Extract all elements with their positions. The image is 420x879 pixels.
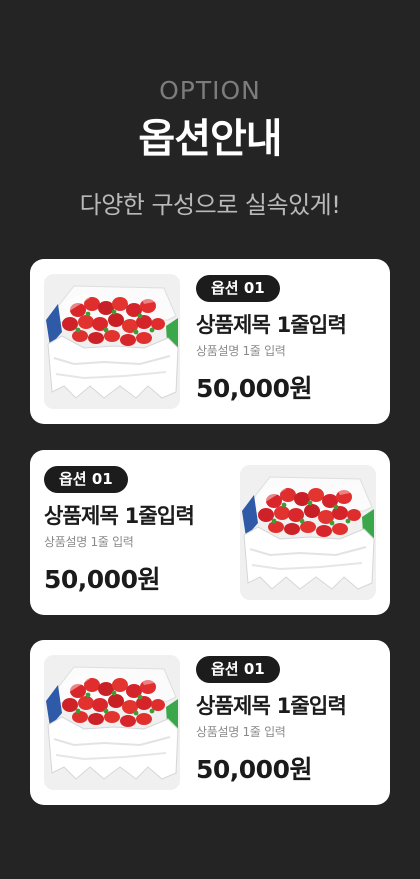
option-card-1[interactable]: 옵션 01 상품제목 1줄입력 상품설명 1줄 입력 50,000원 xyxy=(30,259,390,424)
option-badge: 옵션 01 xyxy=(196,656,280,683)
section-eyebrow: OPTION xyxy=(159,76,261,105)
product-image xyxy=(44,655,180,790)
product-price: 50,000원 xyxy=(196,374,312,403)
page-subtitle: 다양한 구성으로 실속있게! xyxy=(79,191,341,219)
product-image xyxy=(240,465,376,600)
option-badge: 옵션 01 xyxy=(196,275,280,302)
product-price: 50,000원 xyxy=(196,755,312,784)
product-image xyxy=(44,274,180,409)
option-info: 옵션 01 상품제목 1줄입력 상품설명 1줄 입력 50,000원 xyxy=(196,656,347,786)
product-description: 상품설명 1줄 입력 xyxy=(196,344,286,358)
product-price: 50,000원 xyxy=(44,565,160,594)
product-title: 상품제목 1줄입력 xyxy=(44,504,195,528)
product-description: 상품설명 1줄 입력 xyxy=(44,535,134,549)
product-title: 상품제목 1줄입력 xyxy=(196,694,347,718)
product-title: 상품제목 1줄입력 xyxy=(196,313,347,337)
option-card-3[interactable]: 옵션 01 상품제목 1줄입력 상품설명 1줄 입력 50,000원 xyxy=(30,640,390,805)
product-description: 상품설명 1줄 입력 xyxy=(196,725,286,739)
option-info: 옵션 01 상품제목 1줄입력 상품설명 1줄 입력 50,000원 xyxy=(196,275,347,405)
option-card-2[interactable]: 옵션 01 상품제목 1줄입력 상품설명 1줄 입력 50,000원 xyxy=(30,450,390,615)
option-info: 옵션 01 상품제목 1줄입력 상품설명 1줄 입력 50,000원 xyxy=(44,466,195,596)
page-title: 옵션안내 xyxy=(138,116,282,162)
option-badge: 옵션 01 xyxy=(44,466,128,493)
